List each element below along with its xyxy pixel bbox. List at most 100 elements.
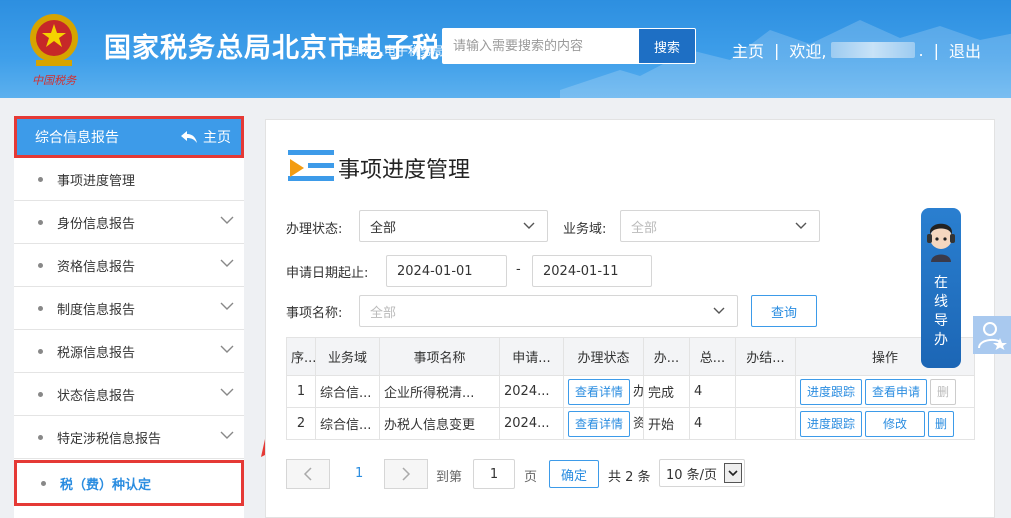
table-header-row: 序... 业务域 事项名称 申请... 办理状态 办... 总... 办结...… — [286, 337, 975, 376]
cell-domain: 综合信... — [315, 375, 380, 408]
page-size-select[interactable]: 10 条/页 — [659, 459, 745, 487]
chevron-down-icon — [220, 259, 234, 267]
chevron-down-icon — [795, 222, 807, 229]
tax-emblem-icon: 中国税务 — [22, 8, 86, 88]
search-input[interactable] — [442, 28, 638, 64]
cell-date: 2024... — [499, 407, 564, 440]
sidebar-item-label: 资格信息报告 — [57, 259, 136, 275]
chevron-down-icon — [220, 302, 234, 310]
logout-link[interactable]: 退出 — [949, 38, 981, 62]
bullet-icon — [38, 305, 43, 311]
query-button[interactable]: 查询 — [751, 295, 817, 327]
cell-done — [735, 407, 796, 440]
search-button[interactable]: 搜索 — [638, 28, 696, 64]
col-header: 事项名称 — [379, 337, 500, 376]
online-guide-widget[interactable]: 在线导办 — [921, 208, 961, 368]
cell-name: 办税人信息变更 — [379, 407, 500, 440]
sidebar-item-progress[interactable]: 事项进度管理 — [14, 158, 244, 201]
goto-confirm-button[interactable]: 确定 — [549, 460, 599, 488]
cell-domain: 综合信... — [315, 407, 380, 440]
bullet-icon — [41, 480, 46, 486]
item-name-label: 事项名称: — [286, 306, 343, 321]
track-progress-button[interactable]: 进度跟踪 — [800, 410, 863, 437]
date-range-label: 申请日期起止: — [286, 266, 369, 281]
page-title: 事项进度管理 — [338, 158, 471, 183]
col-header: 办... — [643, 337, 690, 376]
next-page-button[interactable] — [384, 459, 428, 489]
sidebar-item-system[interactable]: 制度信息报告 — [14, 287, 244, 330]
sidebar-item-label: 特定涉税信息报告 — [57, 431, 162, 447]
cell-total: 4 — [689, 375, 736, 408]
page-unit: 页 — [524, 470, 538, 485]
page-size-value: 10 条/页 — [666, 467, 718, 483]
cell-no: 1 — [286, 375, 316, 408]
page-size-caret — [724, 463, 742, 483]
app-subtitle: 自然人电子税务局 — [348, 44, 445, 58]
list-menu-icon — [288, 150, 334, 181]
sidebar-item-status[interactable]: 状态信息报告 — [14, 373, 244, 416]
cell-status: 查看详情办 — [563, 375, 644, 408]
track-progress-button[interactable]: 进度跟踪 — [800, 378, 863, 405]
cell-ops: 进度跟踪 查看申请删 — [795, 375, 975, 408]
cell-state: 开始 — [643, 407, 690, 440]
nav-home-link[interactable]: 主页 — [732, 38, 764, 62]
bullet-icon — [38, 262, 43, 268]
current-page[interactable]: 1 — [355, 466, 363, 481]
online-guide-label: 在线导办 — [934, 275, 948, 348]
chevron-down-icon — [220, 216, 234, 224]
sidebar-item-qualification[interactable]: 资格信息报告 — [14, 244, 244, 287]
status-select[interactable]: 全部 — [359, 210, 548, 242]
cell-state: 完成 — [643, 375, 690, 408]
total-count: 共 2 条 — [608, 470, 651, 485]
sidebar-home-label: 主页 — [203, 130, 231, 146]
item-name-select[interactable]: 全部 — [359, 295, 738, 327]
chevron-down-icon — [523, 222, 535, 229]
prev-page-button[interactable] — [286, 459, 330, 489]
edit-button[interactable]: 修改 — [865, 410, 926, 437]
nav-welcome: 欢迎, — [789, 42, 827, 61]
chevron-down-icon — [728, 470, 738, 477]
delete-button[interactable]: 删 — [928, 410, 955, 437]
view-detail-button[interactable]: 查看详情 — [568, 410, 631, 437]
user-favorite-button[interactable] — [973, 316, 1011, 354]
date-from-input[interactable]: 2024-01-01 — [386, 255, 507, 287]
cell-name: 企业所得税清... — [379, 375, 500, 408]
chevron-down-icon — [220, 431, 234, 439]
view-application-button[interactable]: 查看申请 — [865, 378, 928, 405]
sidebar-header[interactable]: 综合信息报告 主页 — [14, 116, 244, 158]
chevron-down-icon — [220, 388, 234, 396]
chevron-right-icon — [402, 467, 411, 481]
sidebar-item-label: 税（费）种认定 — [60, 477, 152, 493]
sidebar-item-tax-source[interactable]: 税源信息报告 — [14, 330, 244, 373]
progress-table: 序... 业务域 事项名称 申请... 办理状态 办... 总... 办结...… — [286, 337, 975, 440]
date-to-input[interactable]: 2024-01-11 — [532, 255, 652, 287]
col-header: 序... — [286, 337, 316, 376]
date-dash: - — [516, 262, 521, 277]
sidebar-item-special-tax[interactable]: 特定涉税信息报告 — [14, 416, 244, 459]
status-select-value: 全部 — [370, 220, 397, 236]
goto-page-input[interactable]: 1 — [473, 459, 515, 489]
domain-select[interactable]: 全部 — [620, 210, 820, 242]
sidebar-item-tax-type-recognition[interactable]: 税（费）种认定 — [14, 460, 244, 506]
status-filter-label: 办理状态: — [286, 222, 343, 237]
chevron-down-icon — [713, 307, 725, 314]
goto-label: 到第 — [436, 470, 463, 485]
view-detail-button[interactable]: 查看详情 — [568, 378, 631, 405]
bullet-icon — [38, 176, 43, 182]
cell-total: 4 — [689, 407, 736, 440]
sidebar-item-identity[interactable]: 身份信息报告 — [14, 201, 244, 244]
top-nav: 主页 | 欢迎, . | 退出 — [732, 38, 981, 62]
col-header: 总... — [689, 337, 736, 376]
domain-select-placeholder: 全部 — [631, 220, 658, 236]
cell-status-tail: 资 — [633, 416, 642, 431]
back-arrow-icon — [181, 131, 197, 143]
sidebar-item-label: 身份信息报告 — [57, 216, 136, 232]
delete-button[interactable]: 删 — [930, 378, 957, 405]
sidebar: 综合信息报告 主页 事项进度管理 身份信息报告 资格信息报告 制度信息报告 税源… — [14, 116, 244, 518]
svg-text:中国税务: 中国税务 — [32, 74, 77, 87]
table-row: 1 综合信... 企业所得税清... 2024... 查看详情办 完成 4 进度… — [286, 375, 975, 408]
bullet-icon — [38, 348, 43, 354]
sidebar-home-link[interactable]: 主页 — [181, 127, 231, 147]
sidebar-item-label: 状态信息报告 — [57, 388, 136, 404]
col-header: 办理状态 — [563, 337, 644, 376]
